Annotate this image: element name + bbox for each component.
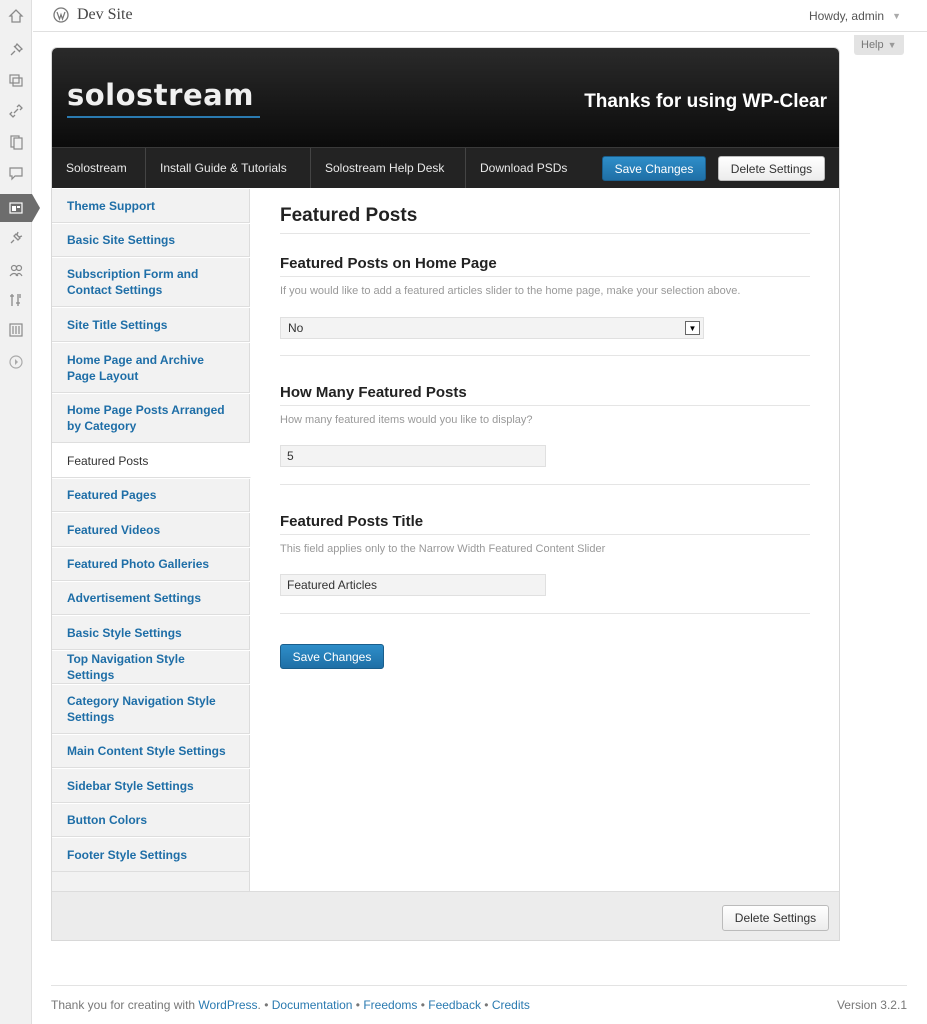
section-title-how-many: How Many Featured Posts [280,384,467,401]
pages-icon[interactable] [0,128,32,156]
site-title[interactable]: Dev Site [77,6,133,24]
sidebar-item-theme-support[interactable]: Theme Support [52,188,250,223]
sidebar-item-home-posts-category[interactable]: Home Page Posts Arranged by Category [52,393,250,443]
how-many-featured-input[interactable]: 5 [280,445,546,467]
collapse-icon[interactable] [0,348,32,376]
divider [280,484,810,485]
sidebar-item-featured-posts[interactable]: Featured Posts [52,443,251,478]
footer-credits-link[interactable]: Credits [492,998,530,1012]
plugins-icon[interactable] [0,224,32,252]
sidebar-item-featured-photo-galleries[interactable]: Featured Photo Galleries [52,547,250,581]
version-text: Version 3.2.1 [836,998,907,1012]
links-icon[interactable] [0,97,32,125]
wordpress-logo-icon[interactable] [53,7,69,23]
settings-icon[interactable] [0,316,32,344]
sidebar-item-top-nav-style[interactable]: Top Navigation Style Settings [52,650,250,684]
help-tab[interactable]: Help ▼ [854,35,904,55]
sidebar-item-subscription-form[interactable]: Subscription Form and Contact Settings [52,257,250,307]
footer-documentation-link[interactable]: Documentation [272,998,353,1012]
sidebar-item-footer-style[interactable]: Footer Style Settings [52,837,250,872]
comments-icon[interactable] [0,159,32,187]
brand-underline [67,116,260,118]
footer-freedoms-link[interactable]: Freedoms [363,998,417,1012]
section-desc-featured-title: This field applies only to the Narrow Wi… [280,543,606,555]
nav-link-solostream[interactable]: Solostream [52,148,146,188]
sidebar-item-featured-pages[interactable]: Featured Pages [52,478,250,512]
divider [280,355,810,356]
admin-menu [0,0,40,1024]
section-desc-how-many: How many featured items would you like t… [280,414,533,426]
delete-settings-button[interactable]: Delete Settings [722,905,829,931]
appearance-icon[interactable] [0,194,40,222]
admin-header: Dev Site Howdy, admin ▼ [33,0,927,32]
page-title: Featured Posts [280,205,418,226]
footer-separator: • [417,998,429,1012]
save-changes-button-top[interactable]: Save Changes [602,156,706,181]
panel-footer: Delete Settings [52,891,839,940]
users-icon[interactable] [0,256,32,284]
chevron-down-icon[interactable]: ▼ [685,321,700,335]
nav-link-download-psds[interactable]: Download PSDs [466,148,585,188]
dashboard-icon[interactable] [0,2,32,30]
sidebar-item-advertisement[interactable]: Advertisement Settings [52,581,250,615]
divider [280,534,810,535]
howdy-text[interactable]: Howdy, admin [809,9,884,23]
sidebar-item-main-content-style[interactable]: Main Content Style Settings [52,734,250,768]
section-desc-home-page: If you would like to add a featured arti… [280,285,741,297]
footer-separator: • [352,998,364,1012]
chevron-down-icon: ▼ [887,40,897,50]
section-title-home-page: Featured Posts on Home Page [280,255,497,272]
select-value: No [288,321,304,335]
user-menu[interactable]: Howdy, admin ▼ [809,9,901,23]
posts-icon[interactable] [0,36,32,64]
divider [280,276,810,277]
chevron-down-icon[interactable]: ▼ [892,11,901,21]
divider [280,233,810,234]
divider [280,613,810,614]
tools-icon[interactable] [0,286,32,314]
footer-credits: Thank you for creating with WordPress. •… [51,998,530,1012]
footer-wordpress-link[interactable]: WordPress [198,998,257,1012]
nav-link-help-desk[interactable]: Solostream Help Desk [311,148,466,188]
theme-top-nav: Solostream Install Guide & Tutorials Sol… [52,147,839,188]
help-label: Help [861,39,884,51]
delete-settings-button-top[interactable]: Delete Settings [718,156,825,181]
divider [280,405,810,406]
footer-separator: . • [257,998,272,1012]
sidebar-item-featured-videos[interactable]: Featured Videos [52,512,250,547]
admin-footer: Thank you for creating with WordPress. •… [51,985,907,1024]
featured-on-home-select[interactable]: No ▼ [280,317,704,339]
save-changes-button[interactable]: Save Changes [280,644,384,669]
brand-logo: solostream [67,78,254,112]
footer-separator: • [480,998,492,1012]
theme-options-panel: solostream Thanks for using WP-Clear Sol… [51,47,840,941]
sidebar-item-sidebar-style[interactable]: Sidebar Style Settings [52,768,250,803]
featured-title-input[interactable]: Featured Articles [280,574,546,596]
sidebar-item-home-archive-layout[interactable]: Home Page and Archive Page Layout [52,342,250,393]
sidebar-item-category-nav-style[interactable]: Category Navigation Style Settings [52,684,250,734]
sidebar-item-basic-site-settings[interactable]: Basic Site Settings [52,223,250,257]
sidebar-item-basic-style[interactable]: Basic Style Settings [52,615,250,650]
theme-banner: solostream Thanks for using WP-Clear [52,48,839,147]
section-title-featured-title: Featured Posts Title [280,513,424,530]
footer-thanks-text: Thank you for creating with [51,998,199,1012]
nav-link-install-guide[interactable]: Install Guide & Tutorials [146,148,311,188]
sidebar-item-button-colors[interactable]: Button Colors [52,803,250,837]
banner-tagline: Thanks for using WP-Clear [584,91,827,112]
options-sidebar: Theme Support Basic Site Settings Subscr… [52,188,251,891]
sidebar-item-site-title[interactable]: Site Title Settings [52,307,250,342]
footer-feedback-link[interactable]: Feedback [428,998,481,1012]
media-icon[interactable] [0,66,32,94]
